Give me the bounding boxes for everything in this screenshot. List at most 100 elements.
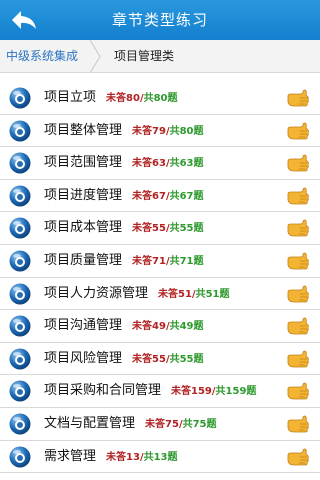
list-item[interactable]: 文档与配置管理 未答75/共75题 [0,408,320,441]
pointing-hand-icon[interactable] [286,217,310,239]
list-item[interactable]: 项目采购和合同管理 未答159/共159题 [0,375,320,408]
unanswered-count: 未答80 [106,93,140,104]
total-count: 共55题 [169,223,204,235]
item-title: 项目采购和合同管理 [44,383,162,399]
item-title: 需求管理 [44,448,97,464]
item-title: 项目沟通管理 [44,318,123,334]
item-stats: 未答55/共55题 [132,354,204,365]
list-item[interactable]: 项目进度管理 未答67/共67题 [0,180,320,213]
list-item[interactable]: 项目质量管理 未答71/共71题 [0,245,320,278]
chevron-right-icon [89,40,101,73]
pointing-hand-icon[interactable] [286,87,310,109]
disc-icon [9,380,31,402]
list-item[interactable]: 项目整体管理 未答79/共80题 [0,115,320,148]
disc-icon [9,217,31,239]
item-title: 项目风险管理 [44,350,123,366]
item-stats: 未答51/共51题 [158,289,230,300]
item-stats: 未答80/共80题 [106,93,178,104]
disc-icon [9,87,31,109]
list-item[interactable]: 项目成本管理 未答55/共55题 [0,212,320,245]
item-title: 文档与配置管理 [44,415,136,431]
breadcrumb: 中级系统集成 项目管理类 [0,40,320,73]
unanswered-count: 未答49 [132,321,166,333]
unanswered-count: 未答51 [158,288,192,300]
list-item[interactable]: 项目立项 未答80/共80题 [0,82,320,115]
unanswered-count: 未答79 [132,125,166,137]
unanswered-count: 未答55 [132,223,166,235]
item-stats: 未答49/共49题 [132,321,204,332]
total-count: 共80题 [169,125,204,137]
unanswered-count: 未答71 [132,255,166,267]
chapter-list: 项目立项 未答80/共80题 项目整体管理 未答79/共80题 项目范围管理 未答63/共… [0,82,320,480]
item-stats: 未答67/共67题 [132,191,204,202]
item-title: 项目进度管理 [44,187,123,203]
item-title: 项目成本管理 [44,220,123,236]
item-name: 项目进度管理 未答67/共67题 [44,180,204,212]
item-name: 项目范围管理 未答63/共63题 [44,147,204,179]
item-name: 项目成本管理 未答55/共55题 [44,212,204,244]
item-name: 项目风险管理 未答55/共55题 [44,343,204,375]
breadcrumb-current: 项目管理类 [114,49,175,63]
disc-icon [9,348,31,370]
top-bar: 章节类型练习 [0,0,320,40]
item-stats: 未答79/共80题 [132,126,204,137]
disc-icon [9,446,31,468]
item-name: 项目沟通管理 未答49/共49题 [44,310,204,342]
pointing-hand-icon[interactable] [286,413,310,435]
total-count: 共63题 [169,158,204,170]
list-item[interactable]: 项目沟通管理 未答49/共49题 [0,310,320,343]
pointing-hand-icon[interactable] [286,315,310,337]
disc-icon [9,185,31,207]
list-item[interactable]: 需求管理 未答13/共13题 [0,441,320,474]
total-count: 共55题 [169,353,204,365]
item-name: 项目立项 未答80/共80题 [44,82,178,114]
pointing-hand-icon[interactable] [286,283,310,305]
item-name: 项目整体管理 未答79/共80题 [44,115,204,147]
item-name: 需求管理 未答13/共13题 [44,441,178,473]
disc-icon [9,315,31,337]
pointing-hand-icon[interactable] [286,380,310,402]
disc-icon [9,413,31,435]
breadcrumb-parent[interactable]: 中级系统集成 [0,40,94,73]
pointing-hand-icon[interactable] [286,446,310,468]
item-stats: 未答55/共55题 [132,223,204,234]
page-title: 章节类型练习 [111,11,208,29]
unanswered-count: 未答63 [132,158,166,170]
item-stats: 未答159/共159题 [171,386,256,397]
pointing-hand-icon[interactable] [286,250,310,272]
disc-icon [9,152,31,174]
list-item[interactable]: 项目范围管理 未答63/共63题 [0,147,320,180]
item-stats: 未答75/共75题 [145,419,217,430]
item-title: 项目人力资源管理 [44,285,149,301]
item-stats: 未答63/共63题 [132,158,204,169]
item-name: 项目采购和合同管理 未答159/共159题 [44,375,256,407]
pointing-hand-icon[interactable] [286,348,310,370]
pointing-hand-icon[interactable] [286,152,310,174]
disc-icon [9,250,31,272]
disc-icon [9,120,31,142]
item-name: 文档与配置管理 未答75/共75题 [44,408,217,440]
item-title: 项目立项 [44,90,97,105]
item-title: 项目范围管理 [44,155,123,171]
disc-icon [9,283,31,305]
item-name: 项目人力资源管理 未答51/共51题 [44,278,230,310]
unanswered-count: 未答75 [145,418,179,430]
total-count: 共13题 [143,451,178,463]
total-count: 共80题 [143,93,178,104]
item-name: 项目质量管理 未答71/共71题 [44,245,204,277]
total-count: 共49题 [169,321,204,333]
unanswered-count: 未答67 [132,190,166,202]
pointing-hand-icon[interactable] [286,120,310,142]
total-count: 共159题 [215,386,257,398]
list-item[interactable]: 项目人力资源管理 未答51/共51题 [0,278,320,311]
total-count: 共71题 [169,255,204,267]
list-item[interactable]: 项目风险管理 未答55/共55题 [0,343,320,376]
unanswered-count: 未答13 [106,451,140,463]
item-stats: 未答13/共13题 [106,452,178,463]
unanswered-count: 未答159 [171,386,212,398]
pointing-hand-icon[interactable] [286,185,310,207]
total-count: 共75题 [182,418,217,430]
item-title: 项目整体管理 [44,122,123,138]
item-stats: 未答71/共71题 [132,256,204,267]
total-count: 共51题 [195,288,230,300]
